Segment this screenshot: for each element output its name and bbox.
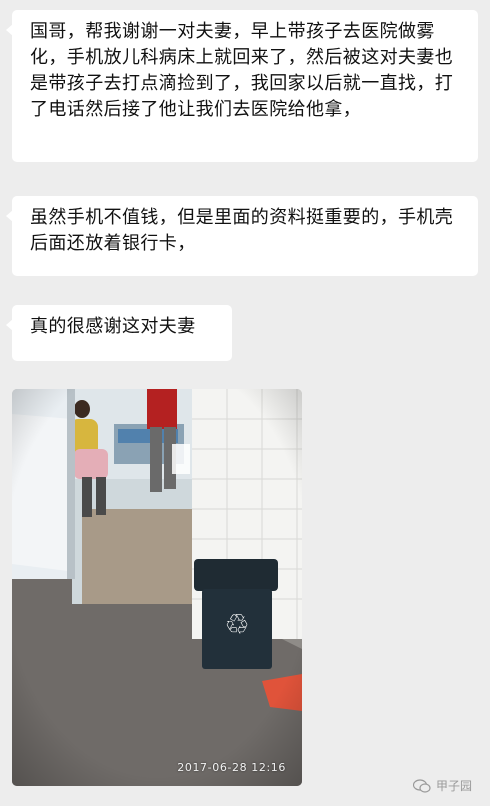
message-bubble[interactable]: 真的很感谢这对夫妻 bbox=[6, 305, 232, 361]
wechat-icon bbox=[412, 778, 431, 793]
hospital-corridor-photo: ♲ bbox=[12, 389, 302, 786]
message-text: 真的很感谢这对夫妻 bbox=[30, 316, 196, 337]
watermark: 甲子园 bbox=[412, 777, 472, 794]
message-bubble[interactable]: 国哥，帮我谢谢一对夫妻，早上带孩子去医院做雾化，手机放儿科病床上就回来了，然后被… bbox=[6, 10, 478, 162]
photo-timestamp: 2017-06-28 12:16 bbox=[177, 761, 286, 774]
image-message[interactable]: ♲ 2017-06-28 12:16 bbox=[12, 389, 302, 786]
watermark-text: 甲子园 bbox=[435, 779, 472, 793]
message-text: 虽然手机不值钱，但是里面的资料挺重要的，手机壳后面还放着银行卡， bbox=[30, 207, 454, 254]
message-bubble[interactable]: 虽然手机不值钱，但是里面的资料挺重要的，手机壳后面还放着银行卡， bbox=[6, 196, 478, 276]
message-text: 国哥，帮我谢谢一对夫妻，早上带孩子去医院做雾化，手机放儿科病床上就回来了，然后被… bbox=[30, 21, 454, 120]
chat-area: 国哥，帮我谢谢一对夫妻，早上带孩子去医院做雾化，手机放儿科病床上就回来了，然后被… bbox=[0, 0, 490, 806]
